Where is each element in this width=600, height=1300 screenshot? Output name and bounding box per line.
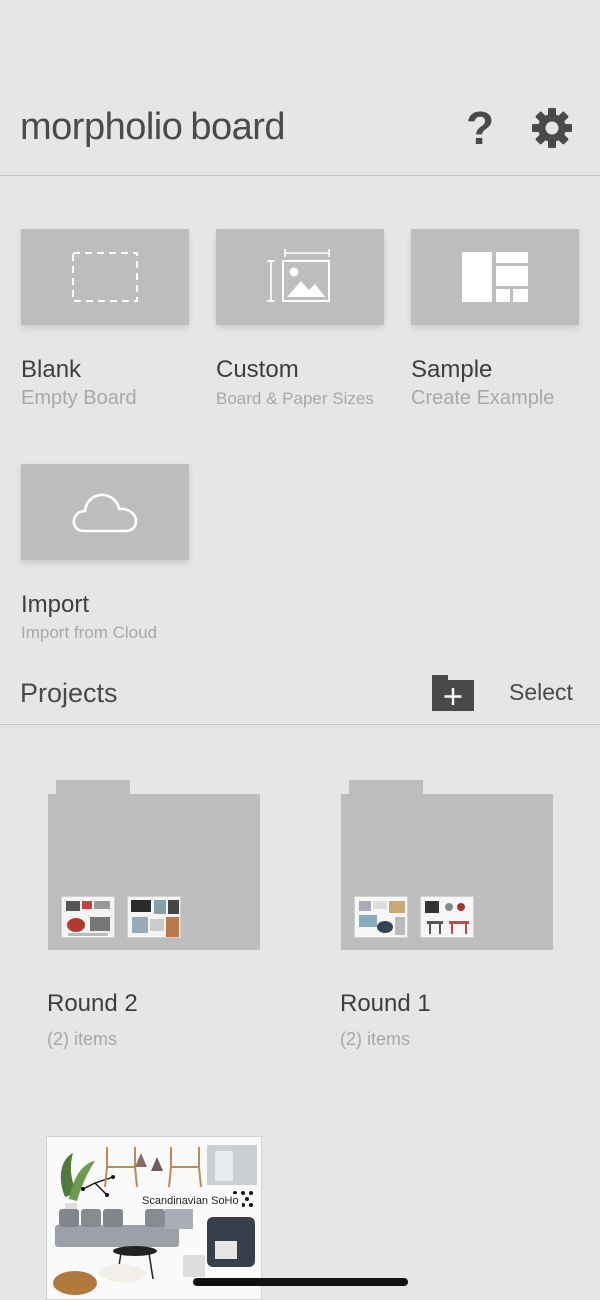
folder-item-count: (2) items bbox=[47, 1029, 118, 1049]
import-subtitle: Import from Cloud bbox=[21, 623, 158, 642]
custom-board-button[interactable] bbox=[216, 229, 384, 325]
folder-item-count: (2) items bbox=[340, 1029, 411, 1049]
app-title-board: board bbox=[190, 106, 286, 148]
dashed-rectangle-icon bbox=[72, 252, 138, 302]
sample-board-button[interactable] bbox=[411, 229, 579, 325]
new-folder-icon bbox=[432, 675, 474, 711]
blank-title: Blank bbox=[21, 356, 82, 383]
folder-name: Round 2 bbox=[47, 990, 138, 1017]
gear-icon[interactable] bbox=[530, 106, 574, 150]
custom-size-image-icon bbox=[267, 249, 330, 302]
sample-layout-icon bbox=[462, 252, 528, 302]
help-icon[interactable]: ? bbox=[458, 105, 502, 151]
folder-body bbox=[48, 794, 260, 950]
board-title-label: Scandinavian SoHo bbox=[139, 1194, 242, 1208]
cloud-icon bbox=[72, 493, 138, 533]
board-thumbnail bbox=[420, 896, 474, 938]
import-title: Import bbox=[21, 591, 90, 618]
projects-header: Projects Select bbox=[0, 660, 600, 725]
sample-subtitle: Create Example bbox=[411, 387, 555, 409]
select-button[interactable]: Select bbox=[509, 679, 573, 706]
board-thumbnail bbox=[354, 896, 408, 938]
app-title-morpholio: morpholio bbox=[20, 106, 183, 148]
folder-tab bbox=[56, 780, 130, 794]
folder-name: Round 1 bbox=[340, 990, 431, 1017]
folder-round-2[interactable] bbox=[48, 780, 260, 950]
import-board-button[interactable] bbox=[21, 464, 189, 560]
projects-title: Projects bbox=[20, 678, 118, 708]
app-header: morpholio board ? bbox=[0, 0, 600, 176]
custom-subtitle: Board & Paper Sizes bbox=[216, 389, 374, 408]
folder-body bbox=[341, 794, 553, 950]
board-thumbnail bbox=[127, 896, 181, 938]
board-scandinavian-soho[interactable]: Scandinavian SoHo bbox=[46, 1136, 262, 1300]
blank-board-button[interactable] bbox=[21, 229, 189, 325]
sample-title: Sample bbox=[411, 356, 493, 383]
new-folder-button[interactable] bbox=[432, 675, 474, 711]
board-preview-image bbox=[47, 1137, 261, 1299]
blank-subtitle: Empty Board bbox=[21, 387, 137, 409]
home-indicator[interactable] bbox=[193, 1278, 408, 1286]
custom-title: Custom bbox=[216, 356, 299, 383]
app-title: morpholio board bbox=[20, 106, 286, 149]
board-thumbnail bbox=[61, 896, 115, 938]
folder-tab bbox=[349, 780, 423, 794]
folder-round-1[interactable] bbox=[341, 780, 553, 950]
